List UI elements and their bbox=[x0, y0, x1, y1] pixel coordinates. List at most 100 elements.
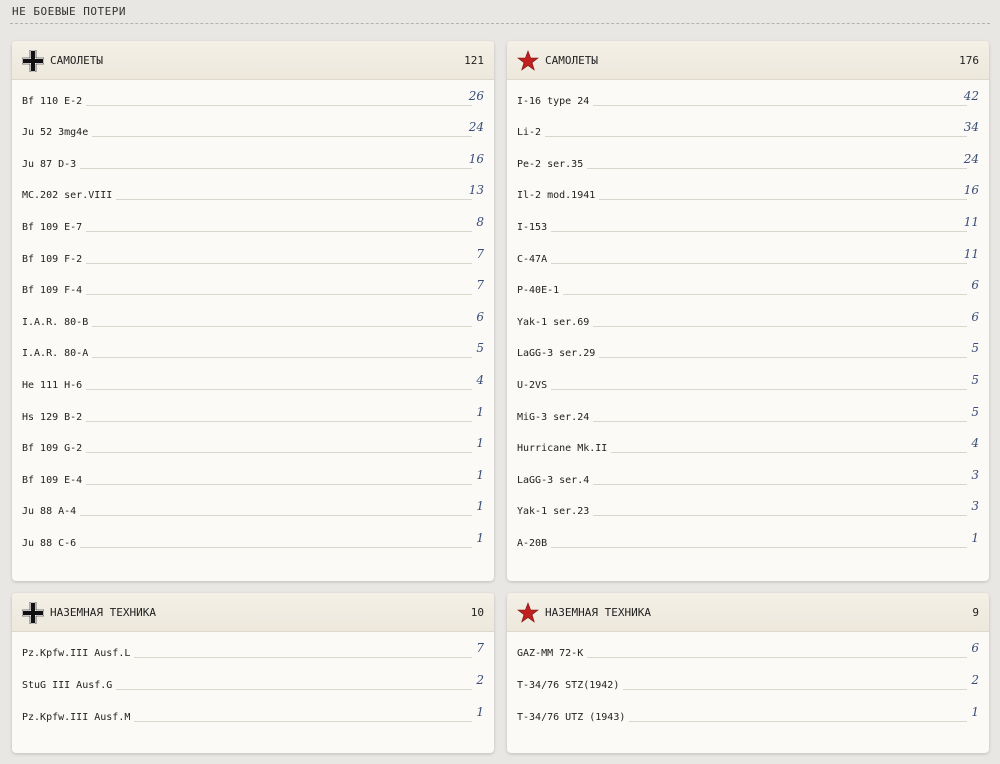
item-label: MiG-3 ser.24 bbox=[517, 411, 594, 423]
section-title: НЕ БОЕВЫЕ ПОТЕРИ bbox=[12, 5, 126, 18]
item-label: He 111 H-6 bbox=[22, 379, 87, 391]
panel-header: НАЗЕМНАЯ ТЕХНИКА 9 bbox=[507, 593, 989, 632]
item-label: Ju 88 A-4 bbox=[22, 506, 81, 518]
item-count: 6 bbox=[476, 309, 484, 324]
item-label: Bf 109 F-2 bbox=[22, 253, 87, 265]
item-count: 11 bbox=[963, 246, 979, 261]
item-count: 4 bbox=[971, 436, 979, 451]
item-count: 5 bbox=[971, 404, 979, 419]
item-label: I-153 bbox=[517, 221, 552, 233]
item-label: I.A.R. 80-A bbox=[22, 348, 93, 360]
list-item: LaGG-3 ser.4 3 bbox=[517, 459, 979, 491]
item-label: Yak-1 ser.23 bbox=[517, 506, 594, 518]
panel-axis-aircraft: САМОЛЕТЫ 121 Bf 110 E-2 26 Ju 52 3mg4e 24 Ju… bbox=[12, 41, 494, 581]
item-label: Yak-1 ser.69 bbox=[517, 316, 594, 328]
list-item: Pz.Kpfw.III Ausf.L 7 bbox=[22, 632, 484, 664]
panel-title: САМОЛЕТЫ bbox=[50, 54, 103, 67]
item-count: 2 bbox=[971, 673, 979, 687]
item-count: 3 bbox=[971, 499, 979, 514]
item-count: 7 bbox=[476, 278, 484, 293]
list-item: Yak-1 ser.69 6 bbox=[517, 301, 979, 333]
panel-title: САМОЛЕТЫ bbox=[545, 54, 598, 67]
list-item: Bf 109 E-4 1 bbox=[22, 459, 484, 491]
item-label: U-2VS bbox=[517, 379, 552, 391]
panel-title: НАЗЕМНАЯ ТЕХНИКА bbox=[545, 606, 651, 619]
item-label: Bf 109 E-7 bbox=[22, 221, 87, 233]
list-item: P-40E-1 6 bbox=[517, 270, 979, 302]
list-item: I-153 11 bbox=[517, 206, 979, 238]
panel-soviet-ground: НАЗЕМНАЯ ТЕХНИКА 9 GAZ-MM 72-K 6 T-34/76 S… bbox=[507, 593, 989, 753]
item-count: 5 bbox=[971, 372, 979, 387]
balkenkreuz-icon bbox=[22, 50, 44, 72]
item-count: 24 bbox=[963, 151, 979, 166]
item-label: Il-2 mod.1941 bbox=[517, 190, 600, 202]
item-count: 8 bbox=[476, 214, 484, 229]
item-label: Hs 129 B-2 bbox=[22, 411, 87, 423]
item-label: Pe-2 ser.35 bbox=[517, 158, 588, 170]
list-item: Li-2 34 bbox=[517, 112, 979, 144]
dotted-leader bbox=[22, 515, 472, 517]
item-label: Ju 52 3mg4e bbox=[22, 127, 93, 139]
loss-list: Bf 110 E-2 26 Ju 52 3mg4e 24 Ju 87 D-3 16 MC.2… bbox=[12, 80, 494, 554]
list-item: T-34/76 UTZ (1943) 1 bbox=[517, 696, 979, 728]
list-item: Bf 109 F-2 7 bbox=[22, 238, 484, 270]
item-label: C-47A bbox=[517, 253, 552, 265]
item-count: 42 bbox=[963, 88, 979, 103]
red-star-icon bbox=[517, 602, 539, 623]
item-count: 7 bbox=[476, 641, 484, 655]
list-item: Bf 109 G-2 1 bbox=[22, 428, 484, 460]
list-item: Hurricane Mk.II 4 bbox=[517, 428, 979, 460]
panel-header: САМОЛЕТЫ 176 bbox=[507, 41, 989, 80]
list-item: GAZ-MM 72-K 6 bbox=[517, 632, 979, 664]
item-label: Pz.Kpfw.III Ausf.M bbox=[22, 712, 135, 723]
dotted-leader bbox=[22, 294, 472, 296]
list-item: I.A.R. 80-A 5 bbox=[22, 333, 484, 365]
list-item: Hs 129 B-2 1 bbox=[22, 396, 484, 428]
panel-count: 10 bbox=[470, 606, 484, 619]
item-count: 13 bbox=[468, 183, 484, 198]
list-item: Bf 109 E-7 8 bbox=[22, 206, 484, 238]
list-item: MC.202 ser.VIII 13 bbox=[22, 175, 484, 207]
panel-header: НАЗЕМНАЯ ТЕХНИКА 10 bbox=[12, 593, 494, 632]
dotted-leader bbox=[517, 230, 967, 232]
item-label: Ju 88 C-6 bbox=[22, 537, 81, 549]
dotted-leader bbox=[22, 483, 472, 485]
item-count: 1 bbox=[971, 530, 979, 545]
item-count: 7 bbox=[476, 246, 484, 261]
panel-header: САМОЛЕТЫ 121 bbox=[12, 41, 494, 80]
list-item: Ju 88 A-4 1 bbox=[22, 491, 484, 523]
item-count: 6 bbox=[971, 278, 979, 293]
list-item: Yak-1 ser.23 3 bbox=[517, 491, 979, 523]
item-label: Bf 109 G-2 bbox=[22, 443, 87, 455]
item-count: 1 bbox=[476, 530, 484, 545]
item-count: 1 bbox=[476, 705, 484, 719]
panel-count: 9 bbox=[972, 606, 979, 619]
item-label: Pz.Kpfw.III Ausf.L bbox=[22, 648, 135, 659]
panel-count: 121 bbox=[464, 54, 484, 67]
item-count: 5 bbox=[971, 341, 979, 356]
item-label: MC.202 ser.VIII bbox=[22, 190, 117, 202]
item-count: 6 bbox=[971, 641, 979, 655]
loss-list: GAZ-MM 72-K 6 T-34/76 STZ(1942) 2 T-34/76 UT… bbox=[507, 632, 989, 728]
list-item: MiG-3 ser.24 5 bbox=[517, 396, 979, 428]
list-item: Bf 110 E-2 26 bbox=[22, 80, 484, 112]
item-count: 3 bbox=[971, 467, 979, 482]
panel-count: 176 bbox=[959, 54, 979, 67]
item-count: 2 bbox=[476, 673, 484, 687]
item-count: 5 bbox=[476, 341, 484, 356]
list-item: Ju 88 C-6 1 bbox=[22, 522, 484, 554]
dotted-leader bbox=[22, 230, 472, 232]
section-divider bbox=[10, 23, 990, 24]
dotted-leader bbox=[517, 262, 967, 264]
list-item: I.A.R. 80-B 6 bbox=[22, 301, 484, 333]
panel-title: НАЗЕМНАЯ ТЕХНИКА bbox=[50, 606, 156, 619]
item-label: T-34/76 STZ(1942) bbox=[517, 680, 624, 691]
item-label: T-34/76 UTZ (1943) bbox=[517, 712, 630, 723]
item-count: 26 bbox=[468, 88, 484, 103]
dotted-leader bbox=[517, 136, 967, 138]
list-item: I-16 type 24 42 bbox=[517, 80, 979, 112]
item-label: LaGG-3 ser.4 bbox=[517, 474, 594, 486]
dotted-leader bbox=[517, 294, 967, 296]
list-item: T-34/76 STZ(1942) 2 bbox=[517, 664, 979, 696]
item-count: 11 bbox=[963, 214, 979, 229]
